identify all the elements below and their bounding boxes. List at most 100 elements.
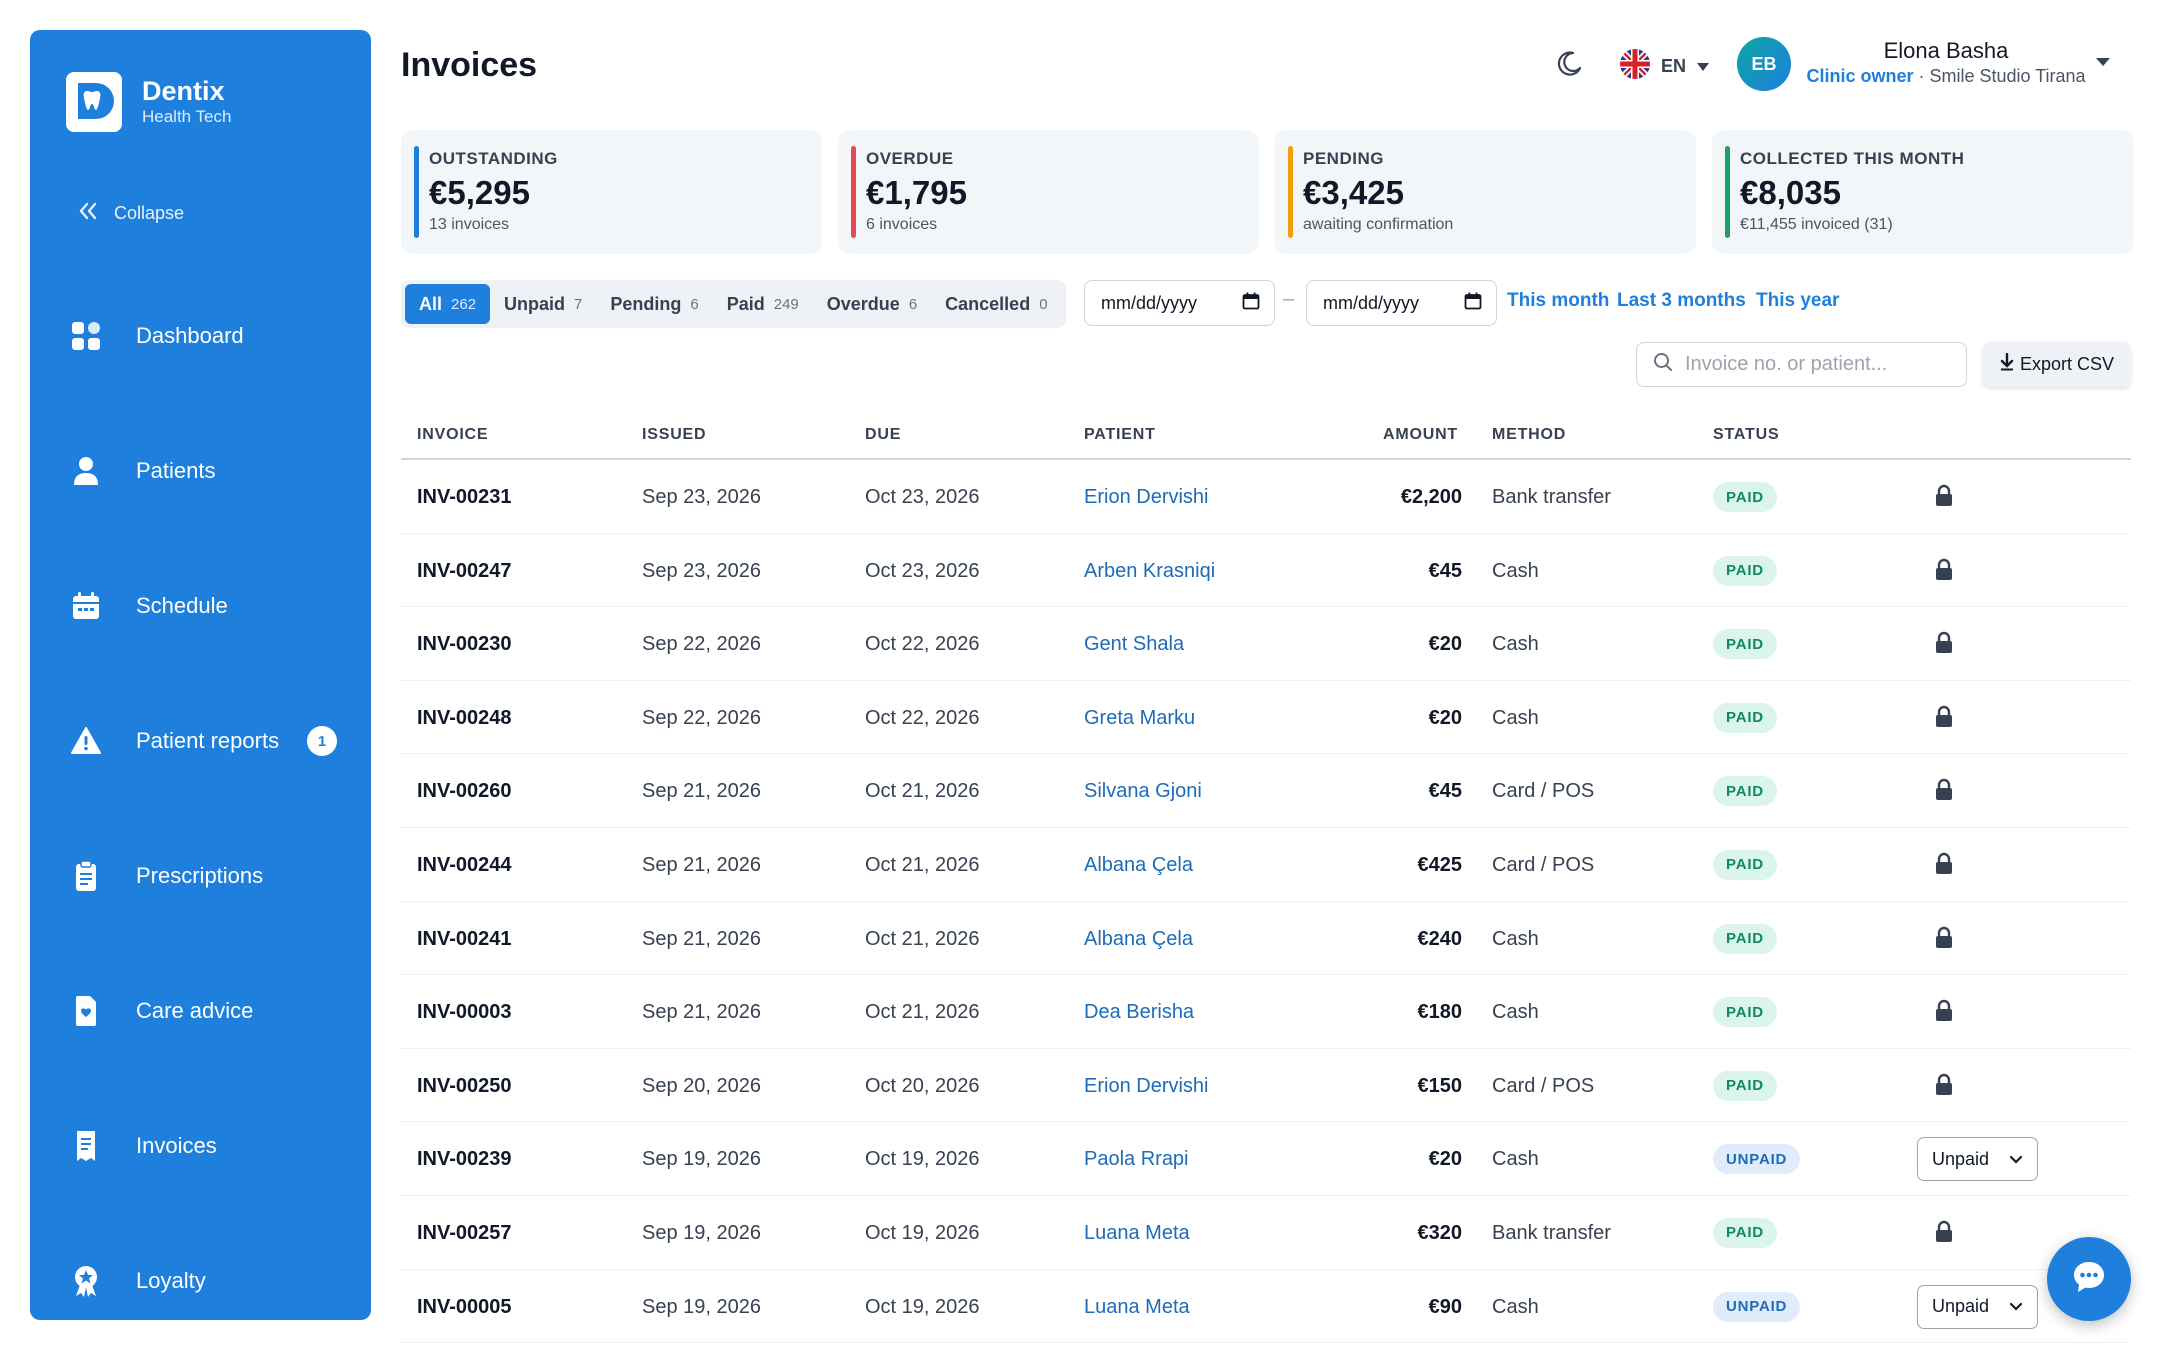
- status-badge: PAID: [1713, 849, 1777, 880]
- due-date: Oct 21, 2026: [865, 1001, 980, 1024]
- patient-link[interactable]: Gent Shala: [1084, 633, 1184, 656]
- invoice-number[interactable]: INV-00257: [417, 1222, 512, 1245]
- patient-link[interactable]: Greta Marku: [1084, 707, 1195, 730]
- invoice-number[interactable]: INV-00241: [417, 928, 512, 951]
- user-menu-caret-icon[interactable]: [2096, 58, 2110, 66]
- quick-range-this-month[interactable]: This month: [1507, 290, 1609, 312]
- column-header-amount[interactable]: AMOUNT: [1383, 426, 1458, 444]
- table-row[interactable]: INV-00260 Sep 21, 2026 Oct 21, 2026 Silvana…: [401, 754, 2131, 828]
- user-role-title: Clinic owner: [1806, 66, 1914, 86]
- tab-paid[interactable]: Paid 249: [713, 284, 813, 324]
- avatar[interactable]: EB: [1737, 37, 1791, 91]
- patient-link[interactable]: Arben Krasniqi: [1084, 560, 1215, 583]
- table-row[interactable]: INV-00005 Sep 19, 2026 Oct 19, 2026 Luana M…: [401, 1270, 2131, 1344]
- patient-link[interactable]: Dea Berisha: [1084, 1001, 1194, 1024]
- patient-link[interactable]: Erion Dervishi: [1084, 486, 1208, 509]
- table-row[interactable]: INV-00241 Sep 21, 2026 Oct 21, 2026 Albana …: [401, 902, 2131, 976]
- lock-icon: [1933, 705, 1955, 729]
- status-badge: PAID: [1713, 1070, 1777, 1101]
- chat-button[interactable]: [2047, 1237, 2131, 1321]
- collapse-label: Collapse: [114, 203, 185, 223]
- user-name[interactable]: Elona Basha: [1806, 38, 2086, 64]
- patient-link[interactable]: Paola Rrapi: [1084, 1148, 1189, 1171]
- sidebar-item-prescriptions[interactable]: Prescriptions: [70, 848, 360, 904]
- issued-date: Sep 21, 2026: [642, 927, 761, 950]
- moon-icon: [1553, 51, 1585, 84]
- column-header-patient[interactable]: PATIENT: [1084, 426, 1156, 444]
- column-header-status[interactable]: STATUS: [1713, 426, 1779, 444]
- invoice-number[interactable]: INV-00250: [417, 1075, 512, 1098]
- date-from-value: mm/dd/yyyy: [1101, 292, 1198, 313]
- table-row[interactable]: INV-00248 Sep 22, 2026 Oct 22, 2026 Greta M…: [401, 681, 2131, 755]
- stat-accent: [1725, 146, 1730, 238]
- sidebar-item-schedule[interactable]: Schedule: [70, 578, 360, 634]
- calendar-icon: [70, 590, 102, 622]
- table-header: INVOICE ISSUED DUE PATIENT AMOUNT METHOD…: [401, 410, 2131, 460]
- sidebar-item-care-advice[interactable]: Care advice: [70, 983, 360, 1039]
- user-icon: [70, 455, 102, 487]
- stat-subtext: €11,455 invoiced (31): [1740, 216, 1893, 233]
- export-csv-button[interactable]: Export CSV: [1983, 342, 2131, 387]
- invoice-number[interactable]: INV-00231: [417, 486, 512, 509]
- sidebar-item-patient-reports[interactable]: Patient reports 1: [70, 713, 360, 769]
- status-select[interactable]: Unpaid: [1917, 1137, 2038, 1182]
- table-row[interactable]: INV-00250 Sep 20, 2026 Oct 20, 2026 Erion D…: [401, 1049, 2131, 1123]
- patient-link[interactable]: Albana Çela: [1084, 928, 1193, 951]
- table-row[interactable]: INV-00231 Sep 23, 2026 Oct 23, 2026 Erion D…: [401, 460, 2131, 534]
- tab-all[interactable]: All 262: [405, 284, 491, 324]
- table-row[interactable]: INV-00247 Sep 23, 2026 Oct 23, 2026 Arben K…: [401, 534, 2131, 608]
- invoice-number[interactable]: INV-00244: [417, 854, 512, 877]
- sidebar-item-invoices[interactable]: Invoices: [70, 1118, 360, 1174]
- collapse-button[interactable]: Collapse: [78, 202, 184, 225]
- patient-link[interactable]: Albana Çela: [1084, 854, 1193, 877]
- invoice-number[interactable]: INV-00260: [417, 780, 512, 803]
- table-row[interactable]: INV-00003 Sep 21, 2026 Oct 21, 2026 Dea Ber…: [401, 975, 2131, 1049]
- dark-mode-toggle[interactable]: [1553, 48, 1585, 80]
- language-selector[interactable]: EN: [1619, 48, 1710, 85]
- table-row[interactable]: INV-00230 Sep 22, 2026 Oct 22, 2026 Gent Sh…: [401, 607, 2131, 681]
- column-header-method[interactable]: METHOD: [1492, 426, 1566, 444]
- due-date: Oct 20, 2026: [865, 1074, 980, 1097]
- tab-count: 6: [908, 295, 918, 313]
- search-placeholder: Invoice no. or patient...: [1685, 353, 1888, 375]
- column-header-issued[interactable]: ISSUED: [642, 426, 706, 444]
- sidebar-item-loyalty[interactable]: Loyalty: [70, 1253, 360, 1309]
- patient-link[interactable]: Erion Dervishi: [1084, 1075, 1208, 1098]
- invoice-number[interactable]: INV-00248: [417, 707, 512, 730]
- tab-cancelled[interactable]: Cancelled 0: [931, 284, 1061, 324]
- tab-pending[interactable]: Pending 6: [596, 284, 712, 324]
- search-input[interactable]: Invoice no. or patient...: [1636, 342, 1967, 387]
- invoice-number[interactable]: INV-00003: [417, 1001, 512, 1024]
- sidebar-item-dashboard[interactable]: Dashboard: [70, 308, 360, 364]
- quick-range-this-year[interactable]: This year: [1756, 290, 1839, 312]
- stat-subtext: 6 invoices: [866, 216, 938, 233]
- invoice-number[interactable]: INV-00247: [417, 560, 512, 583]
- patient-link[interactable]: Luana Meta: [1084, 1296, 1190, 1319]
- brand[interactable]: Dentix Health Tech: [66, 72, 231, 132]
- column-header-invoice[interactable]: INVOICE: [417, 426, 488, 444]
- invoice-number[interactable]: INV-00005: [417, 1296, 512, 1319]
- table-row[interactable]: INV-00257 Sep 19, 2026 Oct 19, 2026 Luana M…: [401, 1196, 2131, 1270]
- status-select[interactable]: Unpaid: [1917, 1284, 2038, 1329]
- issued-date: Sep 19, 2026: [642, 1221, 761, 1244]
- date-to-input[interactable]: mm/dd/yyyy: [1306, 280, 1497, 326]
- tab-unpaid[interactable]: Unpaid 7: [490, 284, 596, 324]
- issued-date: Sep 19, 2026: [642, 1295, 761, 1318]
- sidebar-item-patients[interactable]: Patients: [70, 443, 360, 499]
- table-row[interactable]: INV-00239 Sep 19, 2026 Oct 19, 2026 Paola R…: [401, 1122, 2131, 1196]
- invoice-number[interactable]: INV-00239: [417, 1148, 512, 1171]
- patient-link[interactable]: Luana Meta: [1084, 1222, 1190, 1245]
- table-row[interactable]: INV-00244 Sep 21, 2026 Oct 21, 2026 Albana …: [401, 828, 2131, 902]
- date-from-input[interactable]: mm/dd/yyyy: [1084, 280, 1275, 326]
- tab-count: 0: [1039, 295, 1048, 313]
- column-header-due[interactable]: DUE: [865, 426, 901, 444]
- payment-method: Cash: [1492, 927, 1539, 950]
- tab-overdue[interactable]: Overdue 6: [813, 284, 931, 324]
- invoices-table: INVOICE ISSUED DUE PATIENT AMOUNT METHOD…: [401, 410, 2131, 1344]
- language-code: EN: [1661, 56, 1687, 76]
- lock-icon: [1933, 558, 1955, 582]
- quick-range-last-3-months[interactable]: Last 3 months: [1617, 290, 1746, 312]
- patient-link[interactable]: Silvana Gjoni: [1084, 780, 1202, 803]
- invoice-number[interactable]: INV-00230: [417, 633, 512, 656]
- payment-method: Bank transfer: [1492, 1221, 1611, 1244]
